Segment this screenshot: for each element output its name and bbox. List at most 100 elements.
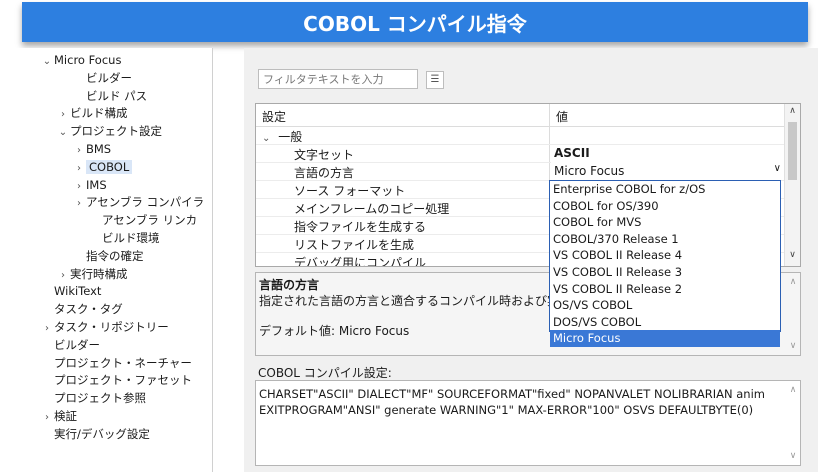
filter-options-icon[interactable]: ☰: [426, 71, 444, 89]
dialect-option[interactable]: COBOL/370 Release 1: [550, 231, 780, 248]
setting-name: ソース フォーマット: [294, 184, 406, 198]
tree-item[interactable]: 指令の確定: [72, 248, 144, 265]
tree-item-label: BMS: [86, 142, 112, 156]
tree-item[interactable]: プロジェクト・ファセット: [40, 372, 192, 389]
compile-settings-line: CHARSET"ASCII" DIALECT"MF" SOURCEFORMAT"…: [259, 387, 765, 401]
dialect-option[interactable]: OS/VS COBOL: [550, 297, 780, 314]
dialect-option[interactable]: Micro Focus: [550, 330, 780, 347]
dialect-option[interactable]: COBOL for MVS: [550, 214, 780, 231]
chevron-right-icon[interactable]: ›: [56, 106, 70, 123]
description-scrollbar[interactable]: ∧ ∨: [786, 273, 800, 355]
tree-item-label: プロジェクト参照: [54, 391, 146, 406]
filter-input[interactable]: フィルタテキストを入力: [258, 69, 418, 89]
table-header: 設定 値: [256, 104, 786, 127]
group-row-general[interactable]: ⌄ 一般: [256, 126, 786, 145]
properties-tree: ⌄ Micro Focus ビルダー ビルド パス › ビルド構成 ⌄ プロジェクト設定 › BM…: [0, 48, 212, 472]
tree-item-label: アセンブラ リンカ: [102, 213, 198, 228]
chevron-right-icon[interactable]: ›: [56, 267, 70, 284]
tree-item-label: WikiText: [54, 284, 102, 299]
setting-name: デバッグ用にコンパイル: [294, 256, 427, 267]
tree-item[interactable]: ⌄ Micro Focus: [40, 52, 122, 70]
tree-item-label: ビルド パス: [86, 88, 148, 103]
tree-item-label: 実行/デバッグ設定: [54, 426, 150, 441]
group-label: 一般: [278, 130, 303, 144]
tree-item[interactable]: ビルド パス: [72, 88, 147, 105]
tree-item[interactable]: タスク・タグ: [40, 301, 123, 318]
tree-item-label: ビルダー: [54, 337, 100, 352]
tree-item[interactable]: アセンブラ リンカ: [88, 212, 197, 229]
setting-name: 指令ファイルを生成する: [294, 220, 427, 234]
tree-item[interactable]: ビルダー: [40, 337, 100, 354]
dialect-option[interactable]: DOS/VS COBOL: [550, 314, 780, 331]
scroll-up-icon[interactable]: ∧: [786, 277, 800, 287]
scroll-down-icon[interactable]: ∨: [785, 250, 800, 264]
dialect-combo-value: Micro Focus: [554, 164, 625, 178]
tree-item-label: COBOL: [86, 159, 133, 174]
tree-item[interactable]: › COBOL: [72, 159, 133, 177]
chevron-right-icon[interactable]: ›: [72, 195, 86, 212]
tree-item[interactable]: WikiText: [40, 283, 101, 300]
tree-item-label: プロジェクト設定: [70, 124, 162, 139]
setting-value: ASCII: [554, 146, 590, 160]
table-row[interactable]: 文字セット ASCII: [256, 144, 786, 163]
tree-item[interactable]: › アセンブラ コンパイラ: [72, 194, 204, 211]
tree-item-label: IMS: [86, 177, 107, 192]
tree-item-label: プロジェクト・ネーチャー: [54, 355, 192, 370]
tree-item[interactable]: ビルダー: [72, 70, 132, 87]
chevron-down-icon[interactable]: ⌄: [56, 124, 70, 141]
scrollbar-thumb[interactable]: [788, 122, 797, 180]
tree-item-label: タスク・タグ: [54, 302, 123, 317]
tree-item-label: Micro Focus: [54, 53, 122, 67]
tree-item[interactable]: › IMS: [72, 177, 107, 194]
tree-item-label: タスク・リポジトリー: [54, 320, 169, 334]
scroll-up-icon[interactable]: ∧: [786, 385, 800, 395]
tree-item-label: 検証: [54, 409, 77, 423]
chevron-down-icon[interactable]: ⌄: [262, 133, 270, 144]
tree-item[interactable]: › ビルド構成: [56, 105, 128, 122]
tree-item-label: 指令の確定: [86, 248, 144, 263]
pane-divider[interactable]: [212, 48, 213, 472]
tree-item[interactable]: プロジェクト参照: [40, 390, 146, 407]
description-default: デフォルト値: Micro Focus: [259, 324, 410, 338]
description-text: 指定された言語の方言と適合するコンパイル時および実行時の: [259, 294, 596, 308]
dialect-option[interactable]: Enterprise COBOL for z/OS: [550, 181, 780, 198]
tree-item[interactable]: › 検証: [40, 408, 77, 425]
scroll-down-icon[interactable]: ∨: [786, 341, 800, 351]
compile-settings-label: COBOL コンパイル設定:: [258, 366, 392, 380]
tree-item-label: ビルド環境: [102, 231, 160, 245]
tree-item-label: ビルド構成: [70, 106, 128, 121]
chevron-down-icon[interactable]: ⌄: [40, 53, 54, 70]
dialect-option[interactable]: VS COBOL II Release 2: [550, 281, 780, 298]
tree-item-label: アセンブラ コンパイラ: [86, 195, 205, 210]
dialect-option[interactable]: VS COBOL II Release 4: [550, 247, 780, 264]
tree-item[interactable]: 実行/デバッグ設定: [40, 426, 150, 443]
dialect-combo[interactable]: Micro Focus ∨: [551, 162, 787, 180]
setting-name: メインフレームのコピー処理: [294, 202, 450, 216]
chevron-right-icon[interactable]: ›: [72, 142, 86, 159]
tree-item-label: ビルダー: [86, 70, 132, 85]
tree-item[interactable]: › BMS: [72, 141, 111, 158]
scroll-down-icon[interactable]: ∨: [786, 451, 800, 461]
table-scrollbar[interactable]: ∧ ∨: [784, 104, 800, 266]
tree-item[interactable]: ビルド環境: [88, 230, 160, 247]
description-title: 言語の方言: [259, 278, 320, 292]
dialect-option[interactable]: VS COBOL II Release 3: [550, 264, 780, 281]
chevron-right-icon[interactable]: ›: [72, 178, 86, 195]
tree-item[interactable]: › 実行時構成: [56, 266, 128, 283]
tree-item[interactable]: ⌄ プロジェクト設定: [56, 123, 162, 140]
chevron-down-icon[interactable]: ∨: [774, 163, 781, 174]
column-header-setting: 設定: [262, 110, 287, 124]
chevron-right-icon[interactable]: ›: [40, 409, 54, 426]
setting-name: 文字セット: [294, 148, 355, 162]
chevron-right-icon[interactable]: ›: [40, 320, 54, 337]
tree-item[interactable]: › タスク・リポジトリー: [40, 319, 169, 336]
compile-settings-box[interactable]: CHARSET"ASCII" DIALECT"MF" SOURCEFORMAT"…: [255, 380, 801, 466]
scroll-up-icon[interactable]: ∧: [785, 106, 800, 120]
tree-item[interactable]: プロジェクト・ネーチャー: [40, 355, 192, 372]
tree-item-label: プロジェクト・ファセット: [54, 373, 192, 388]
chevron-right-icon[interactable]: ›: [72, 160, 86, 177]
settings-scrollbar[interactable]: ∧ ∨: [786, 381, 800, 465]
page-banner: COBOL コンパイル指令: [22, 2, 808, 42]
banner-title: COBOL コンパイル指令: [303, 11, 527, 36]
dialect-option[interactable]: COBOL for OS/390: [550, 198, 780, 215]
